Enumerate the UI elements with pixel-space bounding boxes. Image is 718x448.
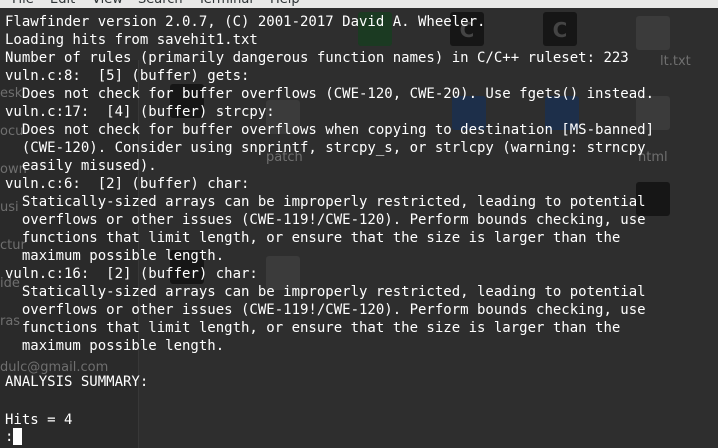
output-line: Statically-sized arrays can be improperl… — [5, 284, 646, 300]
output-line: vuln.c:17: [4] (buffer) strcpy: — [5, 104, 275, 120]
output-line: functions that limit length, or ensure t… — [5, 320, 621, 336]
output-line: overflows or other issues (CWE-119!/CWE-… — [5, 302, 646, 318]
output-line: overflows or other issues (CWE-119!/CWE-… — [5, 212, 646, 228]
output-line: easily misused). — [5, 158, 157, 174]
output-line: Does not check for buffer overflows (CWE… — [5, 86, 655, 102]
menu-view[interactable]: View — [92, 0, 123, 8]
output-line: vuln.c:16: [2] (buffer) char: — [5, 266, 258, 282]
output-line: Number of rules (primarily dangerous fun… — [5, 50, 629, 66]
output-line: functions that limit length, or ensure t… — [5, 230, 621, 246]
output-line: Does not check for buffer overflows when… — [5, 122, 655, 138]
menu-help[interactable]: Help — [270, 0, 300, 8]
output-line: maximum possible length. — [5, 338, 225, 354]
output-line: vuln.c:6: [2] (buffer) char: — [5, 176, 250, 192]
terminal-menubar: File Edit View Search Terminal Help — [0, 0, 718, 8]
output-line: (CWE-120). Consider using snprintf, strc… — [5, 140, 646, 156]
prompt-symbol: : — [5, 429, 14, 445]
output-line: Flawfinder version 2.0.7, (C) 2001-2017 … — [5, 14, 486, 30]
terminal-output[interactable]: Flawfinder version 2.0.7, (C) 2001-2017 … — [0, 8, 718, 448]
menu-search[interactable]: Search — [138, 0, 183, 8]
output-line: Statically-sized arrays can be improperl… — [5, 194, 646, 210]
output-line: maximum possible length. — [5, 248, 225, 264]
pager-prompt[interactable]: : — [5, 428, 23, 446]
output-line: ANALYSIS SUMMARY: — [5, 374, 149, 390]
menu-terminal[interactable]: Terminal — [198, 0, 253, 8]
output-line: Hits = 4 — [5, 412, 73, 428]
menu-edit[interactable]: Edit — [50, 0, 75, 8]
text-cursor — [13, 428, 23, 445]
output-line: Loading hits from savehit1.txt — [5, 32, 258, 48]
output-line: vuln.c:8: [5] (buffer) gets: — [5, 68, 250, 84]
menu-file[interactable]: File — [12, 0, 34, 8]
